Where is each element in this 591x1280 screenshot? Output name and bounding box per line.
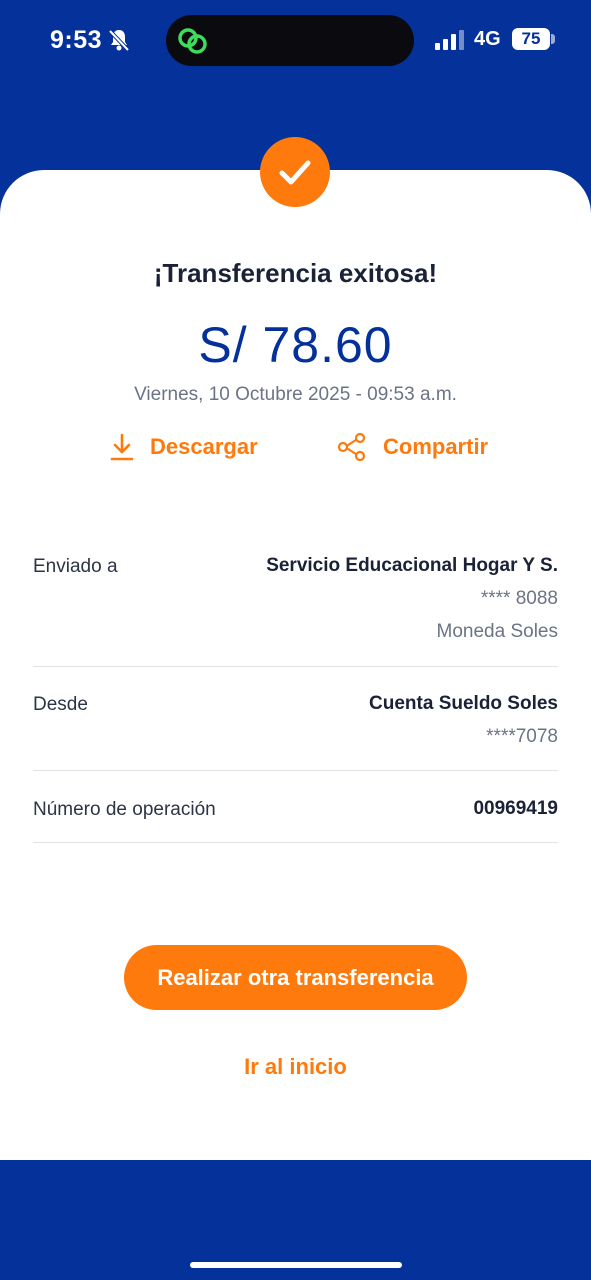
source-account-name: Cuenta Sueldo Soles xyxy=(369,693,558,714)
battery-tip xyxy=(551,34,555,44)
download-button[interactable]: Descargar xyxy=(110,432,258,462)
from-values: Cuenta Sueldo Soles ****7078 xyxy=(369,692,558,758)
new-transfer-button[interactable]: Realizar otra transferencia xyxy=(124,945,467,1010)
operation-number: 00969419 xyxy=(473,798,558,819)
download-icon xyxy=(110,433,134,461)
network-type: 4G xyxy=(474,28,501,50)
source-account-number: ****7078 xyxy=(486,726,558,747)
recipient-currency: Moneda Soles xyxy=(436,621,558,642)
status-bar: 9:53 4G 75 xyxy=(0,0,591,80)
sent-to-label: Enviado a xyxy=(33,556,118,577)
signal-icon xyxy=(435,30,464,50)
detail-row-operation: Número de operación 00969419 xyxy=(33,793,558,843)
download-label: Descargar xyxy=(150,434,258,459)
share-label: Compartir xyxy=(383,434,489,459)
status-time: 9:53 xyxy=(50,26,103,54)
share-button[interactable]: Compartir xyxy=(337,432,488,462)
operation-values: 00969419 xyxy=(473,797,558,830)
go-home-link[interactable]: Ir al inicio xyxy=(0,1054,591,1080)
operation-label: Número de operación xyxy=(33,799,216,820)
success-check-icon xyxy=(260,137,330,207)
page-title: ¡Transferencia exitosa! xyxy=(153,258,438,288)
sent-to-values: Servicio Educacional Hogar Y S. **** 808… xyxy=(266,554,558,653)
bell-off-icon xyxy=(108,29,130,52)
detail-row-sent-to: Enviado a Servicio Educacional Hogar Y S… xyxy=(33,550,558,667)
from-label: Desde xyxy=(33,694,88,715)
home-indicator[interactable] xyxy=(190,1262,402,1268)
recipient-account: **** 8088 xyxy=(480,588,558,609)
detail-row-from: Desde Cuenta Sueldo Soles ****7078 xyxy=(33,688,558,771)
transfer-amount: S/ 78.60 xyxy=(198,317,393,373)
battery-icon: 75 xyxy=(512,28,550,50)
transfer-datetime: Viernes, 10 Octubre 2025 - 09:53 a.m. xyxy=(134,384,457,405)
recipient-name: Servicio Educacional Hogar Y S. xyxy=(266,555,558,576)
share-icon xyxy=(337,433,366,461)
link-icon xyxy=(178,28,207,54)
